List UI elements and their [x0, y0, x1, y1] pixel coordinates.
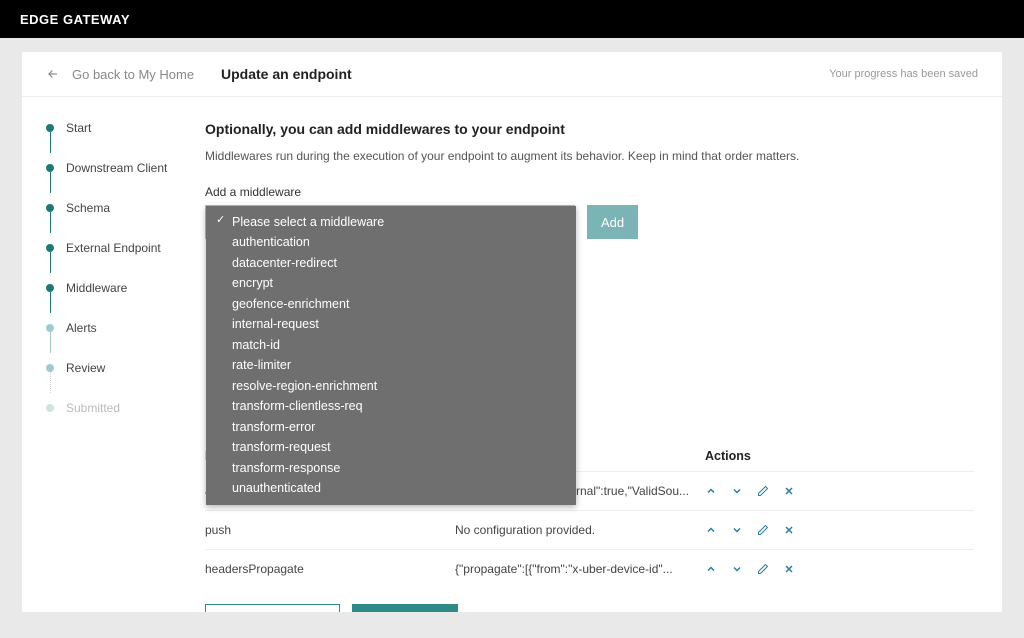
edit-icon[interactable]: [757, 524, 769, 536]
middleware-select[interactable]: Please select a middleware authenticatio…: [205, 205, 575, 239]
move-up-icon[interactable]: [705, 485, 717, 497]
dropdown-option[interactable]: Please select a middleware: [206, 212, 576, 233]
col-header-actions: Actions: [705, 449, 974, 463]
move-up-icon[interactable]: [705, 563, 717, 575]
dropdown-option[interactable]: transform-response: [206, 458, 576, 479]
step-alerts[interactable]: Alerts: [46, 321, 197, 335]
page-title: Update an endpoint: [221, 66, 352, 82]
edit-icon[interactable]: [757, 563, 769, 575]
step-sidebar: Start Downstream Client Schema External …: [22, 97, 197, 612]
dropdown-option[interactable]: rate-limiter: [206, 356, 576, 377]
table-row: push No configuration provided.: [205, 510, 974, 549]
dropdown-option[interactable]: internal-request: [206, 315, 576, 336]
step-schema[interactable]: Schema: [46, 201, 197, 215]
back-link-label: Go back to My Home: [72, 67, 194, 82]
dropdown-option[interactable]: authentication: [206, 233, 576, 254]
section-description: Middlewares run during the execution of …: [205, 149, 974, 163]
step-external-endpoint[interactable]: External Endpoint: [46, 241, 197, 255]
back-link[interactable]: Go back to My Home: [46, 67, 221, 82]
middleware-dropdown[interactable]: Please select a middleware authenticatio…: [206, 206, 576, 505]
step-middleware[interactable]: Middleware: [46, 281, 197, 295]
dropdown-option[interactable]: encrypt: [206, 274, 576, 295]
move-down-icon[interactable]: [731, 485, 743, 497]
move-up-icon[interactable]: [705, 524, 717, 536]
delete-icon[interactable]: [783, 524, 795, 536]
row-config: {"propagate":[{"from":"x-uber-device-id"…: [455, 562, 705, 576]
dropdown-option[interactable]: transform-error: [206, 417, 576, 438]
dropdown-option[interactable]: geofence-enrichment: [206, 294, 576, 315]
table-row: headersPropagate {"propagate":[{"from":"…: [205, 549, 974, 588]
app-title: EDGE GATEWAY: [20, 12, 130, 27]
next-step-button[interactable]: NEXT STEP: [352, 604, 459, 612]
panel-header: Go back to My Home Update an endpoint Yo…: [22, 52, 1002, 97]
delete-icon[interactable]: [783, 485, 795, 497]
dropdown-option[interactable]: transform-clientless-req: [206, 397, 576, 418]
dropdown-option[interactable]: datacenter-redirect: [206, 253, 576, 274]
dropdown-option[interactable]: transform-request: [206, 438, 576, 459]
move-down-icon[interactable]: [731, 563, 743, 575]
step-submitted: Submitted: [46, 401, 197, 415]
edit-icon[interactable]: [757, 485, 769, 497]
row-name: headersPropagate: [205, 562, 455, 576]
dropdown-option[interactable]: match-id: [206, 335, 576, 356]
step-start[interactable]: Start: [46, 121, 197, 135]
main-panel: Go back to My Home Update an endpoint Yo…: [22, 52, 1002, 612]
step-review[interactable]: Review: [46, 361, 197, 375]
add-button[interactable]: Add: [587, 205, 638, 239]
section-heading: Optionally, you can add middlewares to y…: [205, 121, 974, 137]
delete-icon[interactable]: [783, 563, 795, 575]
arrow-left-icon: [46, 67, 60, 81]
dropdown-option[interactable]: resolve-region-enrichment: [206, 376, 576, 397]
content-area: Optionally, you can add middlewares to y…: [197, 97, 1002, 612]
save-status: Your progress has been saved: [829, 68, 978, 80]
app-title-bar: EDGE GATEWAY: [0, 0, 1024, 38]
step-downstream-client[interactable]: Downstream Client: [46, 161, 197, 175]
middleware-select-label: Add a middleware: [205, 185, 974, 199]
row-name: push: [205, 523, 455, 537]
move-down-icon[interactable]: [731, 524, 743, 536]
previous-step-button[interactable]: PREVIOUS STEP: [205, 604, 340, 612]
row-config: No configuration provided.: [455, 523, 705, 537]
dropdown-option[interactable]: unauthenticated: [206, 479, 576, 500]
